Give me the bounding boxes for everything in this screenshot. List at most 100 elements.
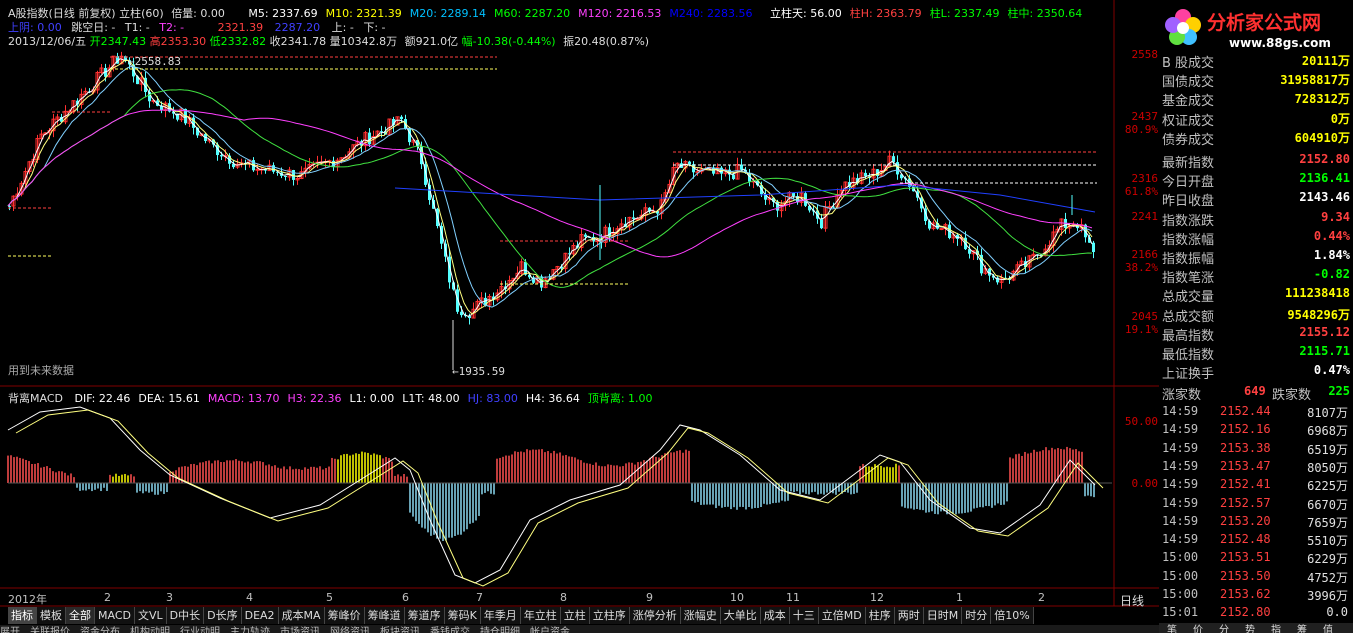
bottom-tab[interactable]: 帐户资金 (530, 628, 570, 633)
tick-row[interactable]: 14:59 2153.47 8050万 (1162, 459, 1350, 477)
tab-13[interactable]: 年季月 (480, 607, 521, 624)
panel-switch-1[interactable]: 价 (1185, 626, 1211, 633)
macd-legend: 背离MACD DIF: 22.46 DEA: 15.61 MACD: 13.70 H3… (8, 390, 653, 406)
kline-chart[interactable]: ←2558.83 ←1935.59 (0, 0, 1159, 633)
tab-0[interactable]: 指标 (8, 607, 37, 624)
stat-label: 最新指数 (1162, 156, 1215, 171)
tab-27[interactable]: 倍10% (991, 607, 1034, 624)
tab-26[interactable]: 时分 (962, 607, 992, 624)
panel-switch-5[interactable]: 筹 (1289, 626, 1315, 633)
tab-9[interactable]: 筹峰价 (324, 607, 365, 624)
period-label[interactable]: 日线 (1120, 592, 1144, 609)
stat-value: 1.84% (1313, 248, 1350, 262)
tick-row[interactable]: 15:00 2153.62 3996万 (1162, 587, 1350, 605)
macd-item: HJ: 83.00 (467, 392, 518, 405)
tab-25[interactable]: 日时M (923, 607, 963, 624)
bottom-tab[interactable]: 机构动明 (130, 628, 170, 633)
date-tick: 4 (246, 591, 253, 604)
tab-10[interactable]: 筹峰道 (364, 607, 405, 624)
tab-17[interactable]: 涨停分析 (629, 607, 681, 624)
macd-tick: 50.00 (1124, 415, 1158, 428)
stat-label: 指数笔涨 (1162, 271, 1215, 287)
tick-volume: 7659万 (1307, 515, 1348, 530)
site-logo: 分析家公式网 www.88gs.com (1159, 0, 1353, 56)
panel-switch-6[interactable]: 值 (1315, 626, 1341, 633)
tab-11[interactable]: 筹道序 (404, 607, 445, 624)
tab-20[interactable]: 成本 (760, 607, 790, 624)
panel-switch-0[interactable]: 笔 (1159, 626, 1185, 633)
tick-row[interactable]: 14:59 2153.20 7659万 (1162, 514, 1350, 532)
tick-row[interactable]: 15:00 2153.50 4752万 (1162, 569, 1350, 587)
tick-time: 14:59 (1162, 513, 1199, 528)
tab-21[interactable]: 十三 (789, 607, 819, 624)
macd-item: DEA: 15.61 (138, 392, 200, 405)
tab-16[interactable]: 立柱序 (589, 607, 630, 624)
panel-switch-3[interactable]: 势 (1237, 626, 1263, 633)
logo-text: 分析家公式网 (1207, 12, 1322, 34)
stat-row: 指数振幅 1.84% (1162, 248, 1350, 267)
bottom-tab[interactable]: 主力轨迹 (230, 628, 270, 633)
tab-6[interactable]: D长序 (204, 607, 242, 624)
tab-23[interactable]: 柱序 (865, 607, 895, 624)
bottom-tab[interactable]: 资金分布 (80, 628, 120, 633)
panel-switch-2[interactable]: 分 (1211, 626, 1237, 633)
tick-row[interactable]: 15:00 2153.51 6229万 (1162, 550, 1350, 568)
indicator-tabs: 指标 模板 全部 MACD 文VL D中长 D长序 DEA2 成本MA 筹峰价 筹峰道 筹道序 筹码K 年… (8, 607, 1034, 625)
chart-header-line3: 2013/12/06/五 开2347.43 高2353.30 低2332.82 … (8, 33, 649, 49)
macd-item: MACD: 13.70 (207, 392, 280, 405)
tab-8[interactable]: 成本MA (278, 607, 325, 624)
date-tick: 11 (786, 591, 800, 604)
bottom-tab[interactable]: 行业动明 (180, 628, 220, 633)
tick-row[interactable]: 14:59 2152.41 6225万 (1162, 477, 1350, 495)
stat-row: 最低指数 2115.71 (1162, 344, 1350, 363)
bottom-tab[interactable]: 番钱成交 (430, 628, 470, 633)
ma-item: M60: 2287.20 (493, 7, 571, 20)
tick-volume: 6519万 (1307, 442, 1348, 457)
tab-24[interactable]: 两时 (894, 607, 924, 624)
tab-5[interactable]: D中长 (166, 607, 205, 624)
bottom-tab[interactable]: 市场资讯 (280, 628, 320, 633)
tab-14[interactable]: 年立柱 (520, 607, 561, 624)
macd-title: 背离MACD (8, 392, 63, 405)
bottom-tab[interactable]: 关联报价 (30, 628, 70, 633)
tab-19[interactable]: 大单比 (720, 607, 761, 624)
bottom-tab[interactable]: 网络资讯 (330, 628, 370, 633)
tick-row[interactable]: 14:59 2153.38 6519万 (1162, 441, 1350, 459)
lizhu-item: 立柱天: 56.00 (770, 7, 842, 20)
tick-row[interactable]: 14:59 2152.48 5510万 (1162, 532, 1350, 550)
panel-switch-4[interactable]: 指 (1263, 626, 1289, 633)
date-tick: 2 (1038, 591, 1045, 604)
down-value: 225 (1328, 384, 1350, 398)
bottom-tab[interactable]: 展开 (0, 628, 20, 633)
tab-3[interactable]: MACD (95, 607, 135, 624)
tick-price: 2153.20 (1220, 513, 1271, 528)
tab-4[interactable]: 文VL (134, 607, 167, 624)
tick-row[interactable]: 14:59 2152.16 6968万 (1162, 422, 1350, 440)
tab-18[interactable]: 涨幅史 (680, 607, 721, 624)
tick-volume: 6229万 (1307, 552, 1348, 567)
bottom-tab[interactable]: 持仓明细 (480, 628, 520, 633)
ma60-line (7, 89, 1093, 288)
tick-price: 2153.47 (1220, 458, 1271, 473)
lizhu-item: 柱L: 2337.49 (929, 7, 1000, 20)
tab-15[interactable]: 立柱 (560, 607, 590, 624)
candle-body (284, 175, 287, 177)
tick-row[interactable]: 14:59 2152.57 6670万 (1162, 496, 1350, 514)
tick-row[interactable]: 15:01 2152.80 0.0 (1162, 605, 1350, 623)
tab-7[interactable]: DEA2 (241, 607, 279, 624)
candle-body (864, 172, 867, 177)
stat-value: 2115.71 (1299, 344, 1350, 358)
tick-price: 2152.80 (1220, 605, 1271, 620)
tab-1[interactable]: 模板 (37, 607, 66, 624)
stat-row: 指数笔涨 -0.82 (1162, 267, 1350, 286)
price-pct: 80.9% (1124, 123, 1158, 136)
tab-12[interactable]: 筹码K (444, 607, 481, 624)
bottom-tab[interactable]: 板块资讯 (380, 628, 420, 633)
tick-row[interactable]: 14:59 2152.44 8107万 (1162, 404, 1350, 422)
candle-body (688, 161, 691, 165)
stat-value: 111238418 (1284, 286, 1350, 301)
high-marker: ←2558.83 (128, 55, 181, 68)
tick-volume: 4752万 (1307, 570, 1348, 585)
tab-22[interactable]: 立倍MD (818, 607, 866, 624)
tab-2[interactable]: 全部 (66, 607, 95, 624)
